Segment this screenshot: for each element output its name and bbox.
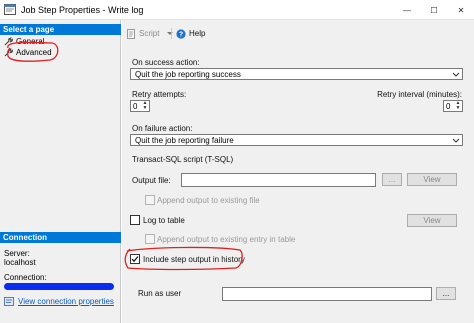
view-connection-properties-link[interactable]: View connection properties: [4, 297, 114, 306]
sidebar-item-label: General: [16, 36, 45, 46]
retry-attempts-stepper[interactable]: 0 ▲ ▼: [130, 100, 150, 112]
script-button[interactable]: Script: [126, 28, 174, 39]
script-label: Script: [139, 29, 160, 38]
append-output-checkbox[interactable]: [145, 195, 155, 205]
retry-interval-stepper[interactable]: 0 ▲ ▼: [443, 100, 463, 112]
server-value: localhost: [4, 258, 36, 267]
connection-label: Connection:: [4, 273, 47, 282]
sidebar-item-general[interactable]: General: [4, 36, 44, 46]
on-success-select[interactable]: Quit the job reporting success: [130, 68, 463, 80]
append-entry-label: Append output to existing entry in table: [157, 235, 296, 244]
toolbar-divider: [171, 28, 172, 39]
retry-interval-value: 0: [446, 102, 451, 111]
run-as-user-label: Run as user: [138, 289, 182, 298]
help-button[interactable]: ? Help: [176, 28, 205, 39]
down-icon[interactable]: ▼: [454, 106, 462, 111]
on-failure-select[interactable]: Quit the job reporting failure: [130, 134, 463, 146]
run-as-browse-button[interactable]: ...: [436, 287, 456, 300]
append-entry-checkbox[interactable]: [145, 234, 155, 244]
close-icon[interactable]: ✕: [448, 0, 474, 20]
chevron-down-icon: [452, 138, 460, 143]
stepper-arrows[interactable]: ▲ ▼: [454, 101, 462, 111]
select-page-header: Select a page: [0, 24, 121, 35]
help-label: Help: [189, 29, 206, 38]
title-bar: Job Step Properties - Write log — ☐ ✕: [0, 0, 474, 20]
tsql-section-label: Transact-SQL script (T-SQL): [132, 155, 234, 164]
maximize-icon[interactable]: ☐: [421, 0, 447, 20]
retry-attempts-value: 0: [133, 102, 138, 111]
app-icon: [4, 4, 16, 15]
output-file-view-button[interactable]: View: [407, 173, 457, 186]
log-to-table-label: Log to table: [143, 216, 185, 225]
on-success-label: On success action:: [132, 58, 200, 67]
on-failure-value: Quit the job reporting failure: [135, 136, 234, 145]
server-label: Server:: [4, 249, 30, 258]
sidebar-item-label: Advanced: [16, 47, 52, 57]
minimize-icon[interactable]: —: [394, 0, 420, 20]
on-failure-label: On failure action:: [132, 124, 193, 133]
retry-interval-label: Retry interval (minutes):: [377, 90, 462, 99]
retry-attempts-label: Retry attempts:: [132, 90, 187, 99]
append-output-label: Append output to existing file: [157, 196, 260, 205]
wrench-icon: [4, 36, 13, 45]
on-success-value: Quit the job reporting success: [135, 70, 241, 79]
window-title: Job Step Properties - Write log: [21, 5, 144, 15]
script-icon: [127, 28, 135, 39]
log-to-table-checkbox[interactable]: [130, 215, 140, 225]
output-file-label: Output file:: [132, 176, 171, 185]
connection-header: Connection: [0, 232, 121, 243]
redaction-mark: [4, 283, 114, 290]
checkmark-icon: [131, 256, 139, 263]
sidebar-item-advanced[interactable]: Advanced: [4, 47, 52, 57]
include-history-checkbox[interactable]: [130, 254, 140, 264]
chevron-down-icon: [452, 72, 460, 77]
help-icon: ?: [176, 28, 186, 39]
wrench-icon: [4, 47, 13, 56]
output-file-input[interactable]: [181, 173, 376, 187]
view-connection-link-label: View connection properties: [18, 297, 114, 306]
connection-icon: [4, 297, 14, 306]
output-file-browse-button[interactable]: ...: [382, 173, 402, 186]
down-icon[interactable]: ▼: [141, 106, 149, 111]
log-table-view-button[interactable]: View: [407, 214, 457, 227]
include-history-label: Include step output in history: [143, 255, 245, 264]
svg-text:?: ?: [179, 31, 183, 38]
run-as-user-input[interactable]: [222, 287, 432, 301]
stepper-arrows[interactable]: ▲ ▼: [141, 101, 149, 111]
